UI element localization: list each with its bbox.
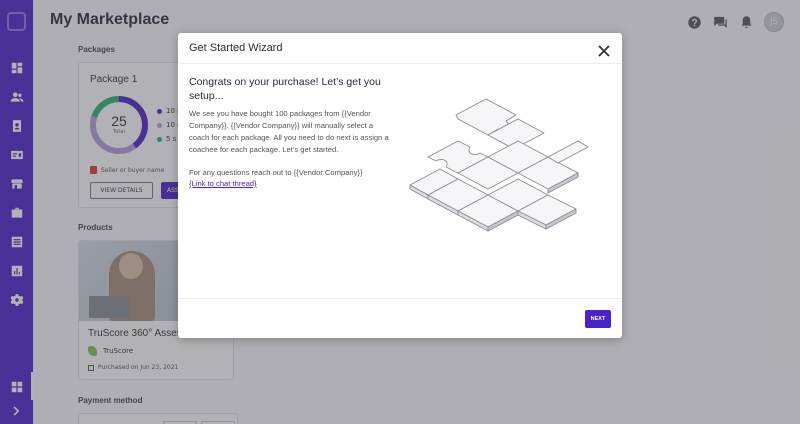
modal-heading: Congrats on your purchase! Let’s get you… <box>189 76 381 102</box>
modal-footer-divider <box>178 298 622 299</box>
get-started-wizard-modal: Get Started Wizard Congrats on your purc… <box>178 33 622 338</box>
modal-question-text: For any questions reach out to {{Vendor … <box>189 168 363 177</box>
next-button[interactable]: NEXT <box>585 310 611 328</box>
chat-thread-link[interactable]: {Link to chat thread} <box>189 178 399 189</box>
modal-body-text: We see you have bought 100 packages from… <box>189 109 389 154</box>
modal-title: Get Started Wizard <box>189 42 283 54</box>
puzzle-illustration <box>409 98 589 232</box>
modal-header: Get Started Wizard <box>178 33 622 64</box>
close-icon[interactable] <box>598 42 610 57</box>
modal-question: For any questions reach out to {{Vendor … <box>189 167 399 189</box>
